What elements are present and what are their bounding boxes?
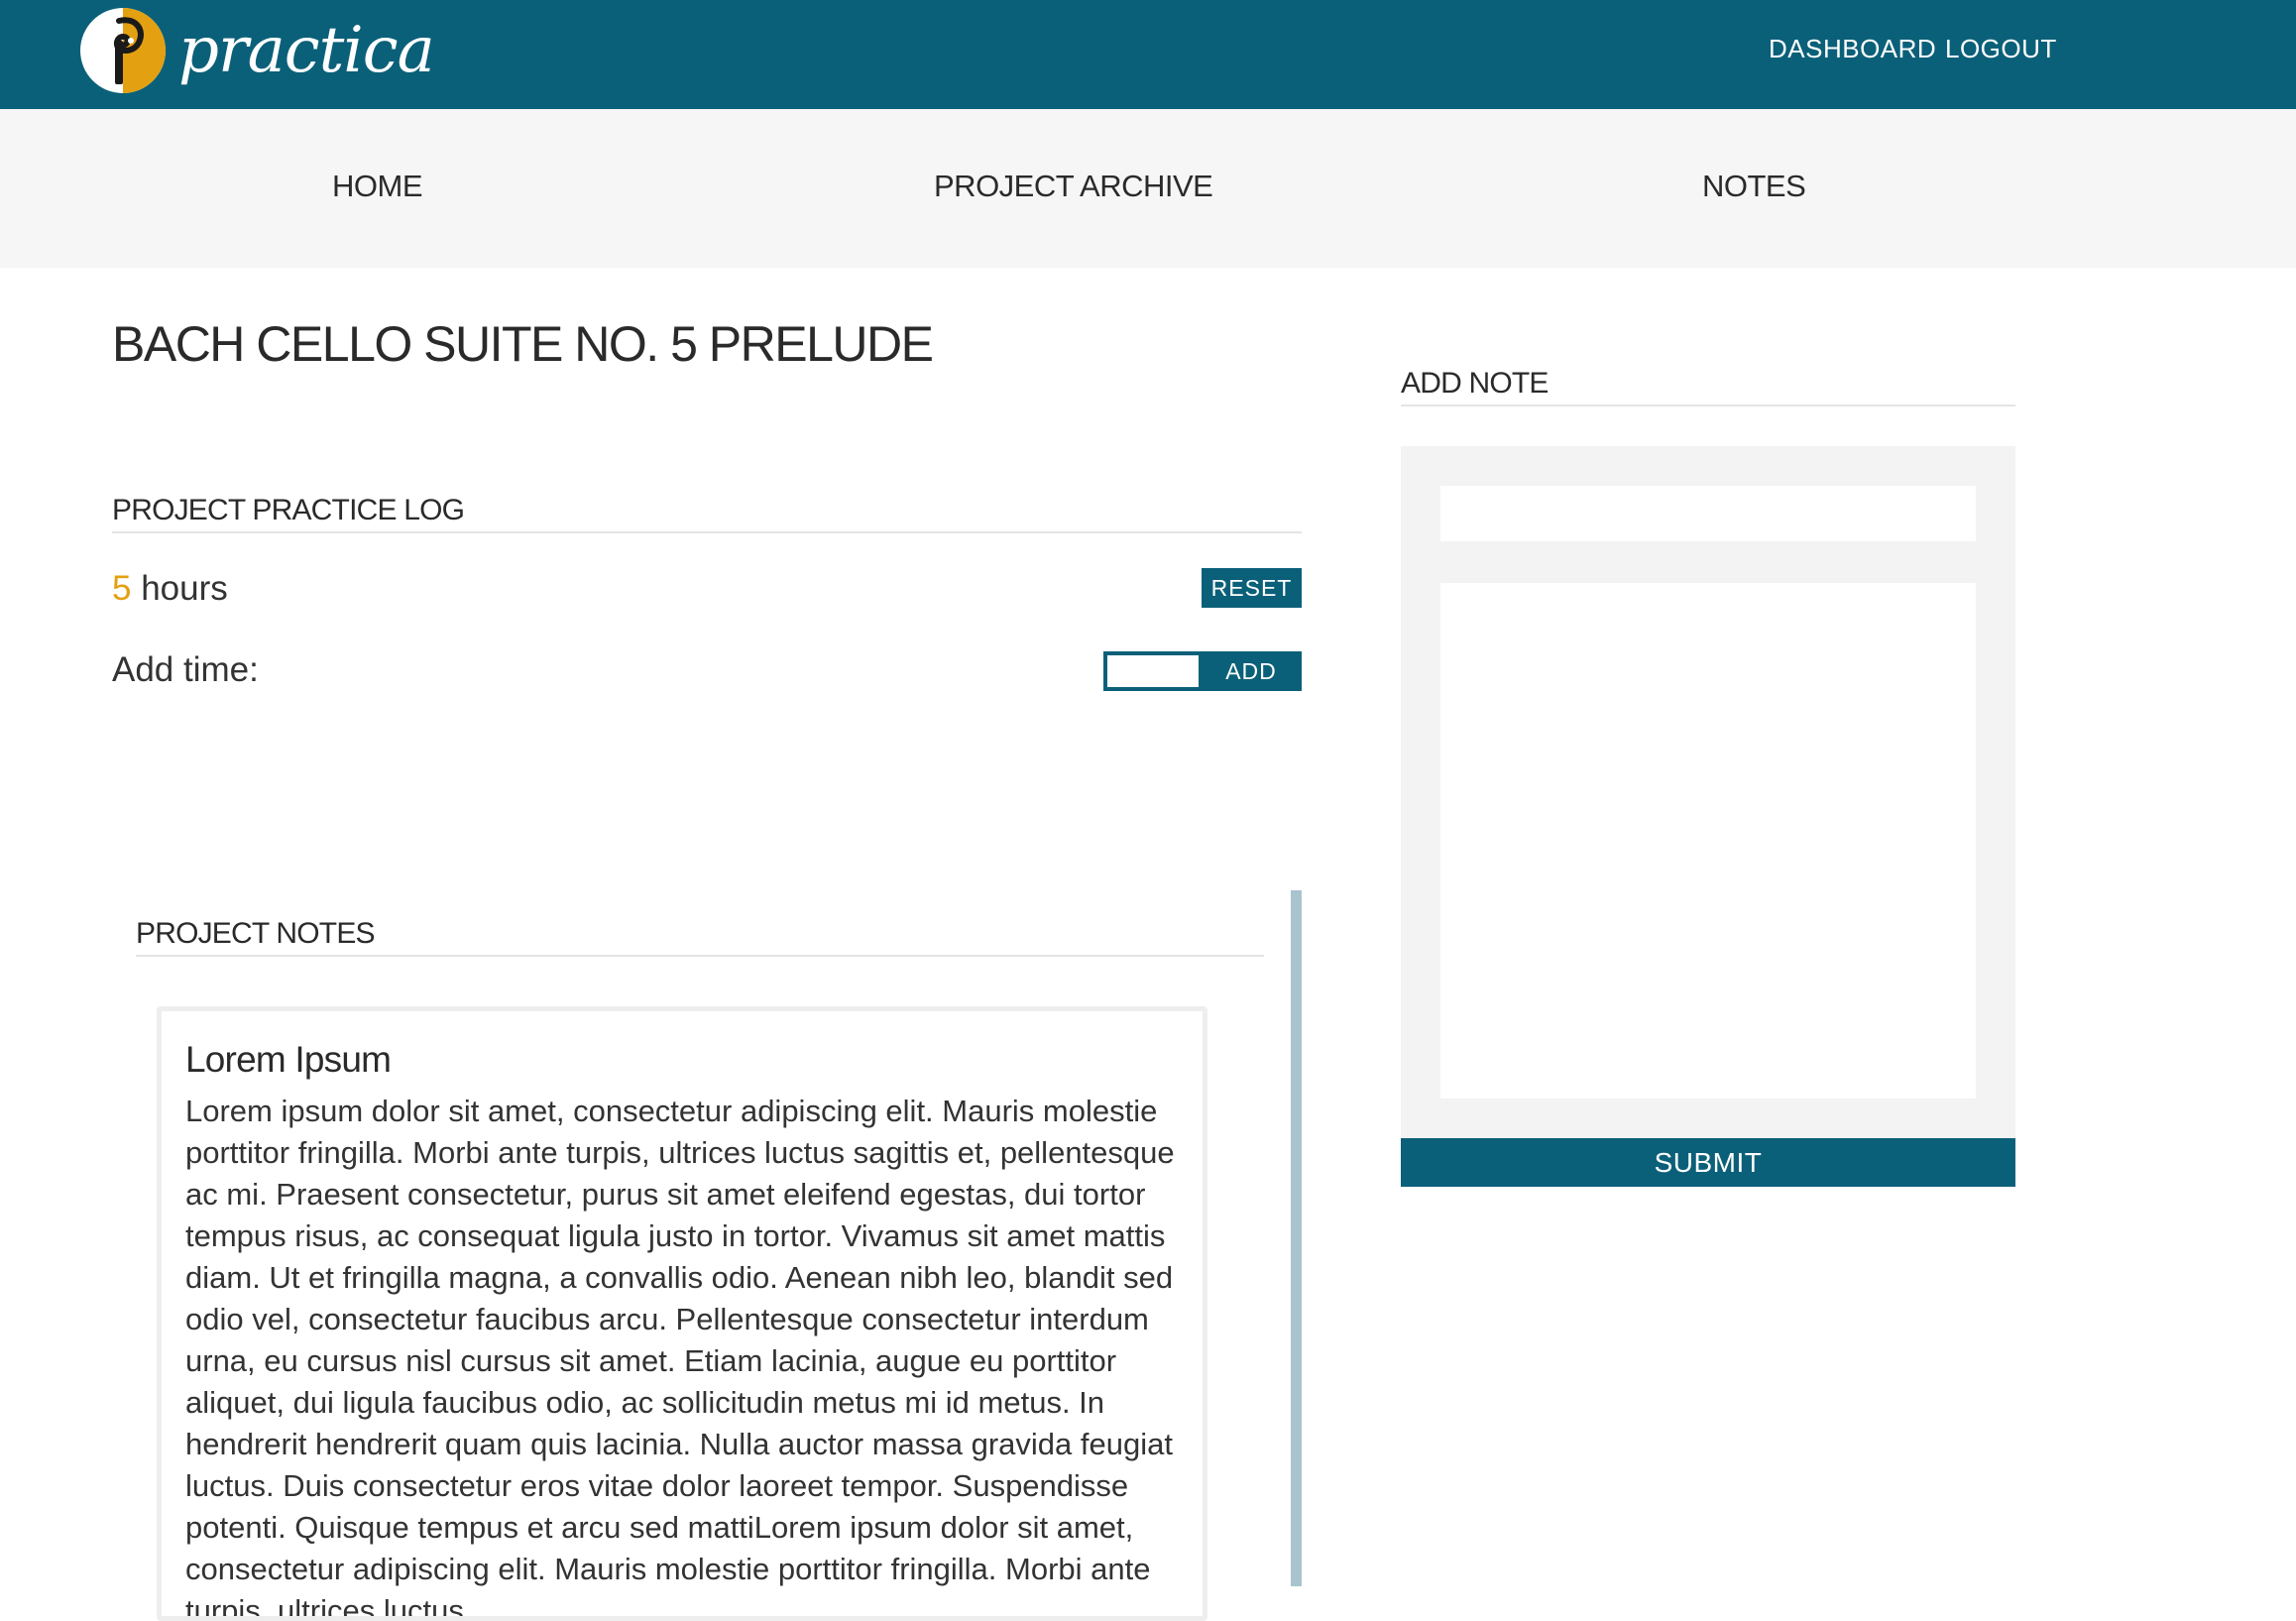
- note-body: Lorem ipsum dolor sit amet, consectetur …: [185, 1094, 1175, 1621]
- practice-log-heading: PROJECT PRACTICE LOG: [112, 494, 1302, 533]
- nav-item-home[interactable]: HOME: [332, 169, 423, 204]
- add-note-heading: ADD NOTE: [1401, 367, 2015, 406]
- note-title: Lorem Ipsum: [185, 1039, 392, 1080]
- nav-item-notes[interactable]: NOTES: [1702, 169, 1806, 204]
- note-title-input[interactable]: [1440, 486, 1976, 541]
- reset-button[interactable]: RESET: [1202, 568, 1302, 608]
- note-card: Lorem Ipsum Lorem ipsum dolor sit amet, …: [157, 1006, 1207, 1621]
- dashboard-link[interactable]: DASHBOARD: [1769, 34, 1936, 64]
- hours-unit: hours: [141, 569, 228, 608]
- project-notes-heading: PROJECT NOTES: [136, 917, 1264, 957]
- note-body-textarea[interactable]: [1440, 583, 1976, 1099]
- add-time-label: Add time:: [112, 650, 259, 689]
- nav-item-project-archive[interactable]: PROJECT ARCHIVE: [934, 169, 1213, 204]
- add-time-button[interactable]: ADD: [1201, 651, 1302, 691]
- hours-value: 5: [112, 569, 132, 608]
- logo[interactable]: practica: [79, 7, 435, 94]
- top-header: practica DASHBOARD LOGOUT: [0, 0, 2296, 109]
- hours-display: 5 hours: [112, 569, 228, 609]
- add-note-form: [1401, 446, 2015, 1138]
- page-title: BACH CELLO SUITE NO. 5 PRELUDE: [112, 316, 934, 372]
- practica-logo-icon: [80, 8, 166, 93]
- app-name: practica: [178, 14, 435, 87]
- main-nav: HOME PROJECT ARCHIVE NOTES: [0, 109, 2296, 268]
- notes-scrollbar[interactable]: [1291, 890, 1302, 1586]
- logout-link[interactable]: LOGOUT: [1945, 34, 2057, 64]
- submit-note-button[interactable]: SUBMIT: [1401, 1138, 2015, 1187]
- add-time-input[interactable]: [1103, 651, 1203, 691]
